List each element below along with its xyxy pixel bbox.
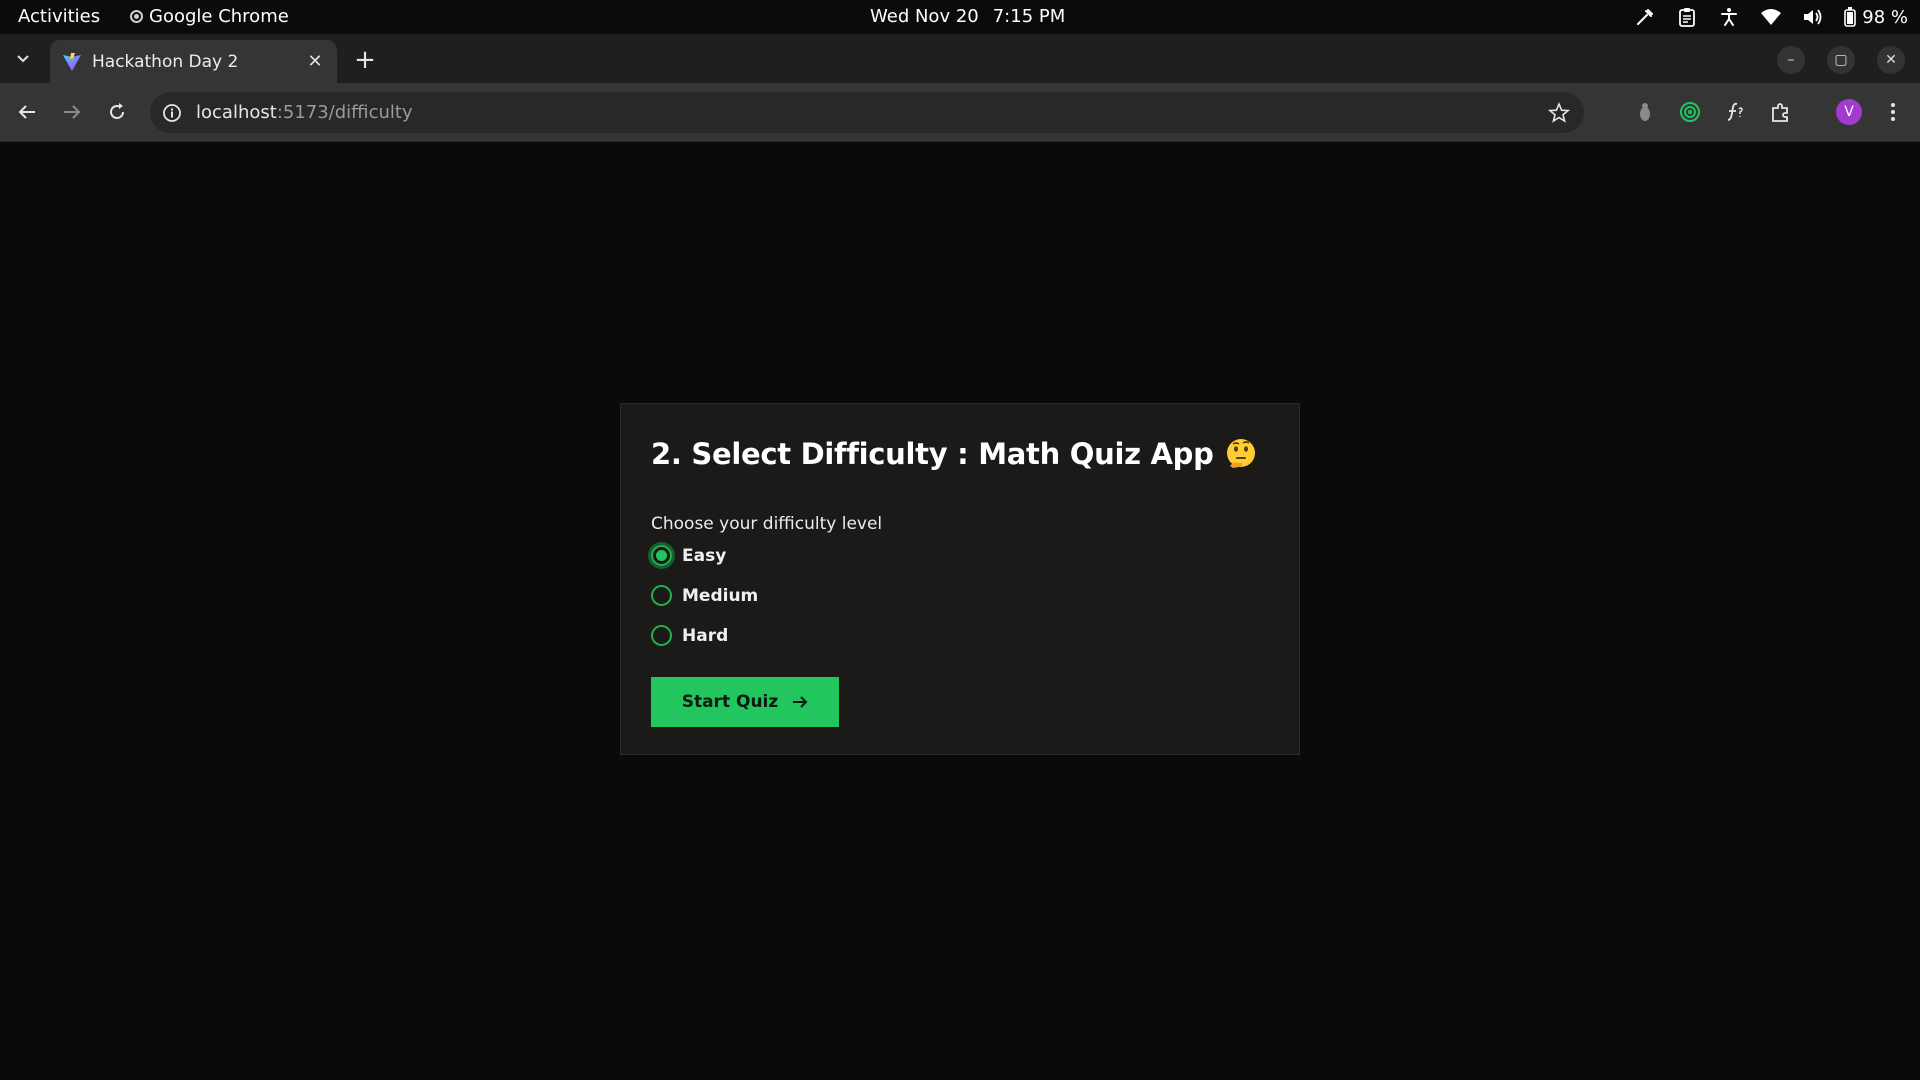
page-title: 2. Select Difficulty : Math Quiz App xyxy=(651,434,1269,474)
page-title-text: 2. Select Difficulty : Math Quiz App xyxy=(651,437,1214,471)
back-button[interactable] xyxy=(14,99,40,125)
clock-date: Wed Nov 20 xyxy=(870,6,979,27)
arrow-left-icon xyxy=(18,105,35,119)
clock-time: 7:15 PM xyxy=(992,6,1066,27)
activities-button[interactable]: Activities xyxy=(18,6,100,27)
difficulty-card: 2. Select Difficulty : Math Quiz App Cho… xyxy=(620,403,1300,755)
forward-button[interactable] xyxy=(59,99,85,125)
radio-label: Medium xyxy=(682,585,759,606)
url-text[interactable]: localhost:5173/difficulty xyxy=(196,102,413,123)
difficulty-option-easy[interactable]: Easy xyxy=(651,544,1269,567)
app-menu[interactable]: Google Chrome xyxy=(130,6,289,27)
chrome-menu-icon[interactable] xyxy=(1880,99,1906,125)
tab-active[interactable]: Hackathon Day 2 ✕ xyxy=(50,40,337,83)
radio-label: Hard xyxy=(682,625,729,646)
thinking-face-icon xyxy=(1226,439,1255,468)
bookmark-star-icon[interactable] xyxy=(1548,102,1570,124)
reload-icon xyxy=(110,103,124,119)
extension-icon[interactable] xyxy=(1632,99,1658,125)
accessibility-icon[interactable] xyxy=(1718,6,1740,28)
difficulty-option-hard[interactable]: Hard xyxy=(651,624,1269,647)
tab-search-button[interactable] xyxy=(10,46,36,72)
difficulty-option-medium[interactable]: Medium xyxy=(651,584,1269,607)
start-quiz-button[interactable]: Start Quiz xyxy=(651,677,839,727)
start-quiz-label: Start Quiz xyxy=(681,692,779,712)
close-window-button[interactable]: ✕ xyxy=(1877,46,1905,74)
chevron-down-icon xyxy=(17,55,29,63)
reload-button[interactable] xyxy=(104,99,130,125)
radio-button[interactable] xyxy=(651,545,672,566)
function-extension-icon[interactable] xyxy=(1722,99,1748,125)
page-viewport: 2. Select Difficulty : Math Quiz App Cho… xyxy=(0,143,1920,1080)
battery-icon xyxy=(1844,7,1857,27)
battery-percent: 98 % xyxy=(1862,6,1908,28)
difficulty-prompt: Choose your difficulty level xyxy=(651,514,883,534)
tab-strip: Hackathon Day 2 ✕ + – ▢ ✕ xyxy=(0,34,1920,83)
minimize-button[interactable]: – xyxy=(1777,46,1805,74)
color-picker-icon[interactable] xyxy=(1634,6,1656,28)
chrome-icon xyxy=(130,10,143,23)
arrow-right-icon xyxy=(64,105,81,119)
system-tray[interactable]: 98 % xyxy=(1634,4,1908,30)
volume-icon[interactable] xyxy=(1802,6,1824,28)
tab-title: Hackathon Day 2 xyxy=(92,51,239,72)
radio-button[interactable] xyxy=(651,625,672,646)
arrow-right-icon xyxy=(793,696,808,708)
difficulty-options: Easy Medium Hard xyxy=(651,544,1269,647)
system-top-bar: Activities Google Chrome Wed Nov 20 7:15… xyxy=(0,0,1920,34)
extensions-puzzle-icon[interactable] xyxy=(1768,99,1794,125)
tab-close-icon[interactable]: ✕ xyxy=(305,51,325,72)
target-extension-icon[interactable] xyxy=(1677,99,1703,125)
address-bar[interactable]: localhost:5173/difficulty xyxy=(150,92,1584,133)
site-info-icon[interactable] xyxy=(162,103,182,123)
battery-indicator[interactable]: 98 % xyxy=(1844,7,1908,28)
profile-avatar[interactable]: V xyxy=(1836,99,1862,125)
radio-label: Easy xyxy=(682,545,727,566)
browser-toolbar: localhost:5173/difficulty V xyxy=(0,83,1920,142)
clipboard-icon[interactable] xyxy=(1676,6,1698,28)
clock[interactable]: Wed Nov 20 7:15 PM xyxy=(870,6,1065,27)
new-tab-button[interactable]: + xyxy=(353,47,377,73)
radio-button[interactable] xyxy=(651,585,672,606)
restore-button[interactable]: ▢ xyxy=(1827,46,1855,74)
vite-favicon-icon xyxy=(63,52,81,71)
app-name: Google Chrome xyxy=(149,6,289,27)
wifi-icon[interactable] xyxy=(1760,6,1782,28)
